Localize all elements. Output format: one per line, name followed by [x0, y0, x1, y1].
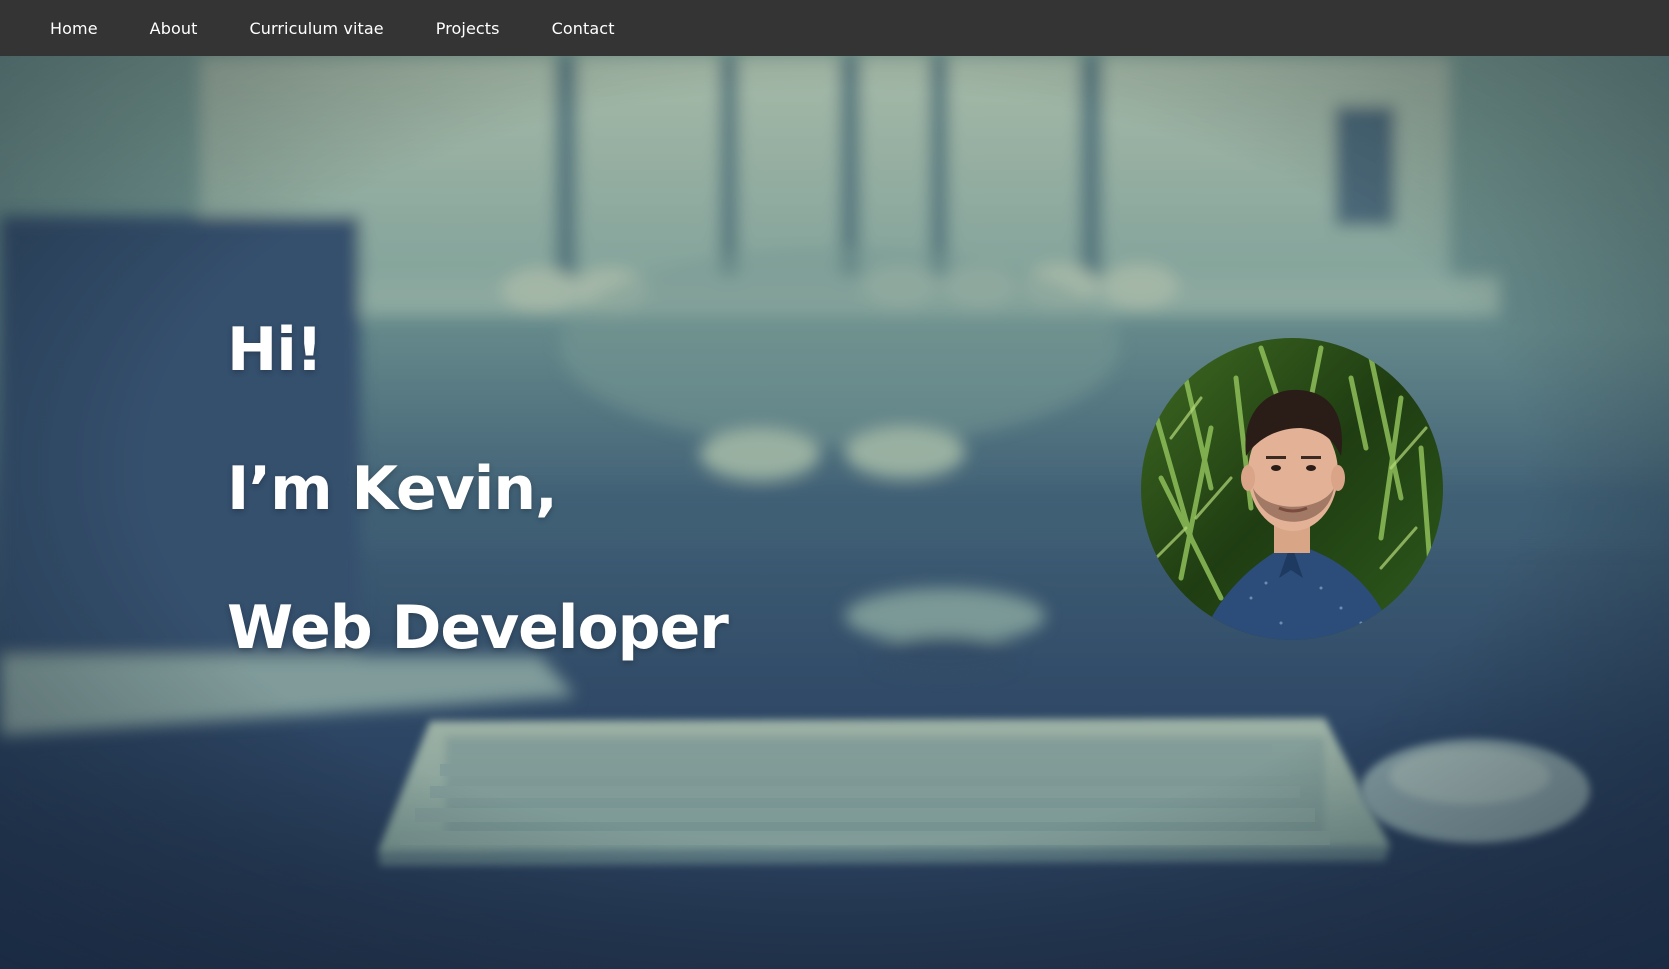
hero-greeting: Hi! — [227, 315, 323, 385]
hero-section: Hi! I’m Kevin, Web Developer — [0, 56, 1669, 969]
nav-contact-link[interactable]: Contact — [552, 19, 615, 38]
nav-about-link[interactable]: About — [150, 19, 198, 38]
hero-job-title: Web Developer — [227, 593, 729, 663]
nav-cv-link[interactable]: Curriculum vitae — [249, 19, 383, 38]
nav-home-link[interactable]: Home — [50, 19, 98, 38]
profile-avatar — [1141, 338, 1443, 640]
hero-name: I’m Kevin, — [227, 454, 558, 524]
top-navbar: Home About Curriculum vitae Projects Con… — [0, 0, 1669, 56]
nav-projects-link[interactable]: Projects — [436, 19, 500, 38]
